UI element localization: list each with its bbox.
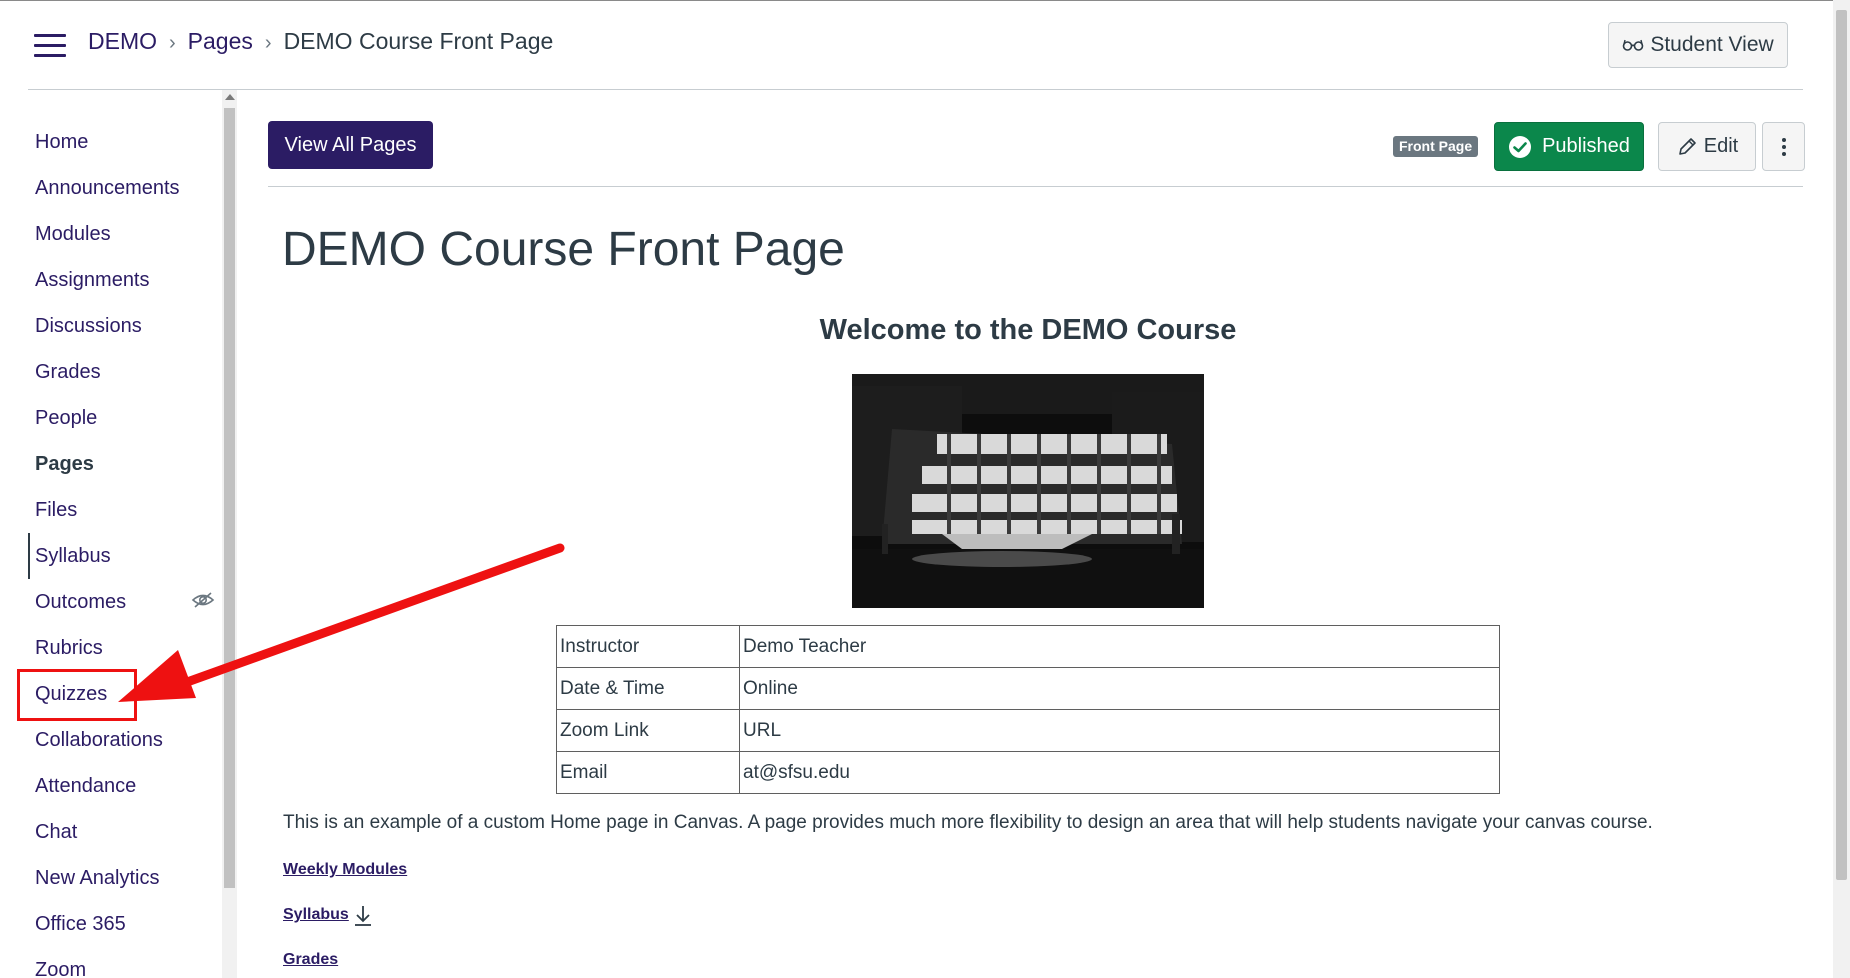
nav-item-new-analytics[interactable]: New Analytics — [35, 867, 160, 890]
table-cell-key: Date & Time — [556, 667, 740, 710]
grades-link[interactable]: Grades — [283, 951, 338, 969]
table-cell-value: at@sfsu.edu — [739, 751, 1500, 794]
nav-item-attendance[interactable]: Attendance — [35, 775, 136, 798]
active-indicator — [28, 533, 30, 579]
table-row: Instructor Demo Teacher — [556, 625, 1500, 668]
weekly-modules-link[interactable]: Weekly Modules — [283, 861, 407, 879]
nav-item-zoom[interactable]: Zoom — [35, 959, 86, 978]
published-button[interactable]: Published — [1494, 122, 1644, 171]
nav-item-files[interactable]: Files — [35, 499, 77, 522]
table-cell-key: Zoom Link — [556, 709, 740, 752]
hamburger-menu-icon[interactable] — [34, 34, 66, 58]
student-view-label: Student View — [1650, 33, 1774, 56]
scroll-up-icon[interactable] — [225, 94, 235, 100]
glasses-icon — [1623, 39, 1644, 51]
breadcrumb-current: DEMO Course Front Page — [283, 28, 554, 54]
nav-item-pages[interactable]: Pages — [35, 453, 94, 476]
annotation-arrow-icon — [118, 543, 565, 702]
nav-item-office-365[interactable]: Office 365 — [35, 913, 126, 936]
nav-item-collaborations[interactable]: Collaborations — [35, 729, 163, 752]
course-nav: Home Announcements Modules Assignments D… — [0, 90, 222, 978]
course-info-table: Instructor Demo Teacher Date & Time Onli… — [556, 625, 1500, 794]
table-row: Date & Time Online — [556, 667, 1500, 710]
breadcrumb-separator-icon: › — [169, 32, 176, 54]
header-divider — [28, 89, 1803, 90]
view-all-pages-button[interactable]: View All Pages — [268, 121, 433, 169]
nav-item-people[interactable]: People — [35, 407, 97, 430]
check-circle-icon — [1509, 135, 1532, 158]
content-divider — [268, 186, 1803, 187]
nav-item-grades[interactable]: Grades — [35, 361, 101, 384]
front-page-badge: Front Page — [1393, 136, 1479, 157]
nav-item-rubrics[interactable]: Rubrics — [35, 637, 103, 660]
more-vertical-icon — [1781, 137, 1786, 156]
campus-building-photo — [852, 374, 1204, 608]
nav-item-assignments[interactable]: Assignments — [35, 269, 150, 292]
nav-item-syllabus[interactable]: Syllabus — [35, 545, 111, 568]
breadcrumb-separator-icon: › — [264, 32, 272, 54]
breadcrumb-section[interactable]: Pages — [188, 28, 253, 54]
table-cell-key: Instructor — [556, 625, 740, 668]
breadcrumb-course[interactable]: DEMO — [88, 28, 157, 54]
table-row: Zoom Link URL — [556, 709, 1500, 752]
page-title: DEMO Course Front Page — [282, 223, 845, 276]
published-label: Published — [1542, 135, 1630, 157]
edit-button[interactable]: Edit — [1658, 122, 1756, 171]
page-scrollbar-thumb[interactable] — [1836, 10, 1847, 880]
pencil-icon — [1678, 137, 1696, 155]
page-description: This is an example of a custom Home page… — [283, 812, 1653, 833]
nav-item-home[interactable]: Home — [35, 131, 88, 154]
syllabus-link[interactable]: Syllabus — [283, 906, 349, 924]
nav-item-chat[interactable]: Chat — [35, 821, 77, 844]
edit-label: Edit — [1703, 135, 1739, 157]
nav-item-modules[interactable]: Modules — [35, 223, 111, 246]
welcome-heading: Welcome to the DEMO Course — [819, 314, 1237, 346]
student-view-button[interactable]: Student View — [1608, 22, 1788, 68]
more-options-button[interactable] — [1762, 122, 1805, 171]
table-row: Email at@sfsu.edu — [556, 751, 1500, 794]
nav-item-announcements[interactable]: Announcements — [35, 177, 180, 200]
table-cell-value: URL — [739, 709, 1500, 752]
table-cell-value: Online — [739, 667, 1500, 710]
breadcrumb: DEMO › Pages › DEMO Course Front Page — [88, 28, 553, 55]
table-cell-value: Demo Teacher — [739, 625, 1500, 668]
table-cell-key: Email — [556, 751, 740, 794]
app-header: DEMO › Pages › DEMO Course Front Page Studen… — [0, 0, 1830, 90]
sidebar-scrollbar-thumb[interactable] — [224, 108, 235, 888]
download-icon[interactable] — [353, 904, 373, 928]
